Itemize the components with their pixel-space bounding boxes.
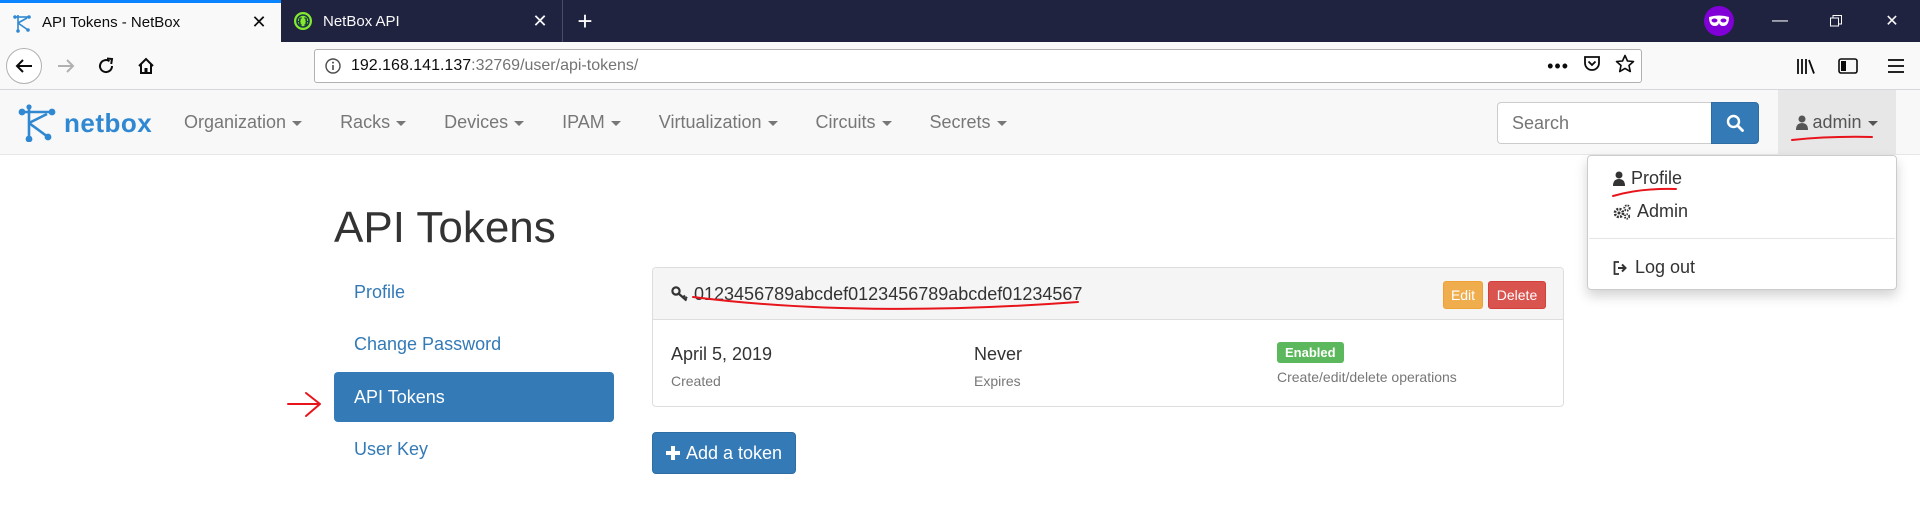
token-panel-heading: 0123456789abcdef0123456789abcdef01234567… [653, 268, 1563, 320]
browser-tab-api-tokens[interactable]: API Tokens - NetBox ✕ [0, 0, 281, 42]
menu-racks[interactable]: Racks [321, 90, 425, 155]
bookmark-star-icon[interactable] [1615, 54, 1635, 78]
hamburger-menu-icon[interactable] [1878, 48, 1914, 84]
private-browsing-mask-icon [1704, 6, 1734, 36]
url-host: 192.168.141.137 [351, 57, 472, 74]
close-tab-icon[interactable]: ✕ [526, 7, 554, 35]
caret-down-icon [881, 121, 892, 126]
sidebar-toggle-icon[interactable] [1830, 48, 1866, 84]
plus-icon [665, 446, 680, 460]
user-icon [1796, 115, 1809, 130]
token-key: 0123456789abcdef0123456789abcdef01234567 [694, 284, 1083, 304]
new-tab-plus-icon[interactable]: + [570, 6, 600, 36]
caret-down-icon [514, 121, 525, 126]
token-created: April 5, 2019 Created [671, 344, 772, 389]
page-title: API Tokens [334, 203, 556, 252]
edit-token-button[interactable]: Edit [1443, 281, 1483, 309]
forward-arrow-icon[interactable] [48, 48, 84, 84]
site-info-icon[interactable] [315, 58, 351, 74]
sidebar-item-profile[interactable]: Profile [334, 267, 614, 317]
created-value: April 5, 2019 [671, 344, 773, 364]
page-actions-icon[interactable]: ••• [1547, 56, 1569, 77]
caret-down-icon [396, 121, 407, 126]
status-badge: Enabled [1277, 342, 1344, 363]
home-icon[interactable] [128, 48, 164, 84]
expires-value: Never [974, 344, 1023, 364]
menu-circuits[interactable]: Circuits [797, 90, 911, 155]
brand-name: netbox [64, 107, 153, 138]
menu-secrets[interactable]: Secrets [911, 90, 1026, 155]
menu-virtualization[interactable]: Virtualization [640, 90, 797, 155]
dropdown-item-profile[interactable]: Profile [1613, 168, 1682, 189]
search-icon [1726, 114, 1744, 132]
search-button[interactable] [1711, 102, 1759, 144]
minimize-window-icon[interactable]: — [1752, 0, 1808, 42]
token-status: Enabled Create/edit/delete operations [1277, 342, 1457, 385]
pocket-icon[interactable] [1583, 55, 1601, 77]
menu-devices[interactable]: Devices [425, 90, 543, 155]
status-note: Create/edit/delete operations [1277, 369, 1457, 385]
expires-label: Expires [974, 373, 1021, 389]
menu-organization[interactable]: Organization [165, 90, 321, 155]
netbox-navbar: netbox Organization Racks Devices IPAM V… [0, 90, 1920, 155]
close-window-icon[interactable]: ✕ [1864, 0, 1920, 42]
caret-down-icon [292, 121, 303, 126]
dropdown-divider [1589, 238, 1895, 239]
browser-toolbar: 192.168.141.137:32769/user/api-tokens/ •… [0, 42, 1920, 90]
library-icon[interactable] [1788, 48, 1824, 84]
browser-tab-strip: API Tokens - NetBox ✕ {} NetBox API ✕ + … [0, 0, 1920, 42]
netbox-logo-icon [18, 104, 56, 142]
cogs-icon [1613, 203, 1631, 220]
created-label: Created [671, 373, 721, 389]
caret-down-icon [1867, 121, 1878, 126]
sidebar-item-api-tokens[interactable]: API Tokens [334, 372, 614, 422]
caret-down-icon [610, 121, 621, 126]
main-menu: Organization Racks Devices IPAM Virtuali… [165, 90, 1026, 155]
api-favicon-icon: {} [293, 11, 313, 31]
reload-icon[interactable] [88, 48, 124, 84]
netbox-favicon-icon [12, 13, 32, 33]
caret-down-icon [767, 121, 778, 126]
dropdown-item-logout[interactable]: Log out [1613, 257, 1695, 278]
delete-token-button[interactable]: Delete [1488, 281, 1546, 309]
address-bar[interactable]: 192.168.141.137:32769/user/api-tokens/ •… [314, 49, 1642, 83]
arrow-to-api-tokens [287, 392, 321, 417]
caret-down-icon [996, 121, 1007, 126]
user-menu-toggle[interactable]: admin [1778, 90, 1896, 155]
add-token-button[interactable]: Add a token [652, 432, 796, 474]
token-panel: 0123456789abcdef0123456789abcdef01234567… [652, 267, 1564, 407]
svg-text:{}: {} [297, 18, 310, 28]
user-dropdown-menu: Profile Admin Log out [1587, 155, 1897, 290]
back-arrow-icon[interactable] [6, 48, 42, 84]
netbox-logo[interactable]: netbox [18, 104, 152, 142]
tab-title: API Tokens - NetBox [42, 14, 181, 31]
close-tab-icon[interactable]: ✕ [245, 9, 273, 37]
token-expires: Never Expires [974, 344, 1022, 389]
user-icon [1613, 171, 1625, 186]
sidebar-item-user-key[interactable]: User Key [334, 424, 614, 474]
key-icon [671, 286, 688, 302]
search-input[interactable] [1497, 102, 1711, 144]
tab-title: NetBox API [323, 12, 400, 30]
sign-out-icon [1613, 260, 1627, 275]
sidebar-item-change-password[interactable]: Change Password [334, 319, 614, 369]
url-path: :32769/user/api-tokens/ [471, 57, 639, 74]
restore-window-icon[interactable] [1808, 0, 1864, 42]
dropdown-item-admin[interactable]: Admin [1613, 201, 1688, 222]
menu-ipam[interactable]: IPAM [543, 90, 640, 155]
username: admin [1812, 112, 1862, 132]
browser-tab-netbox-api[interactable]: {} NetBox API ✕ [281, 0, 563, 42]
